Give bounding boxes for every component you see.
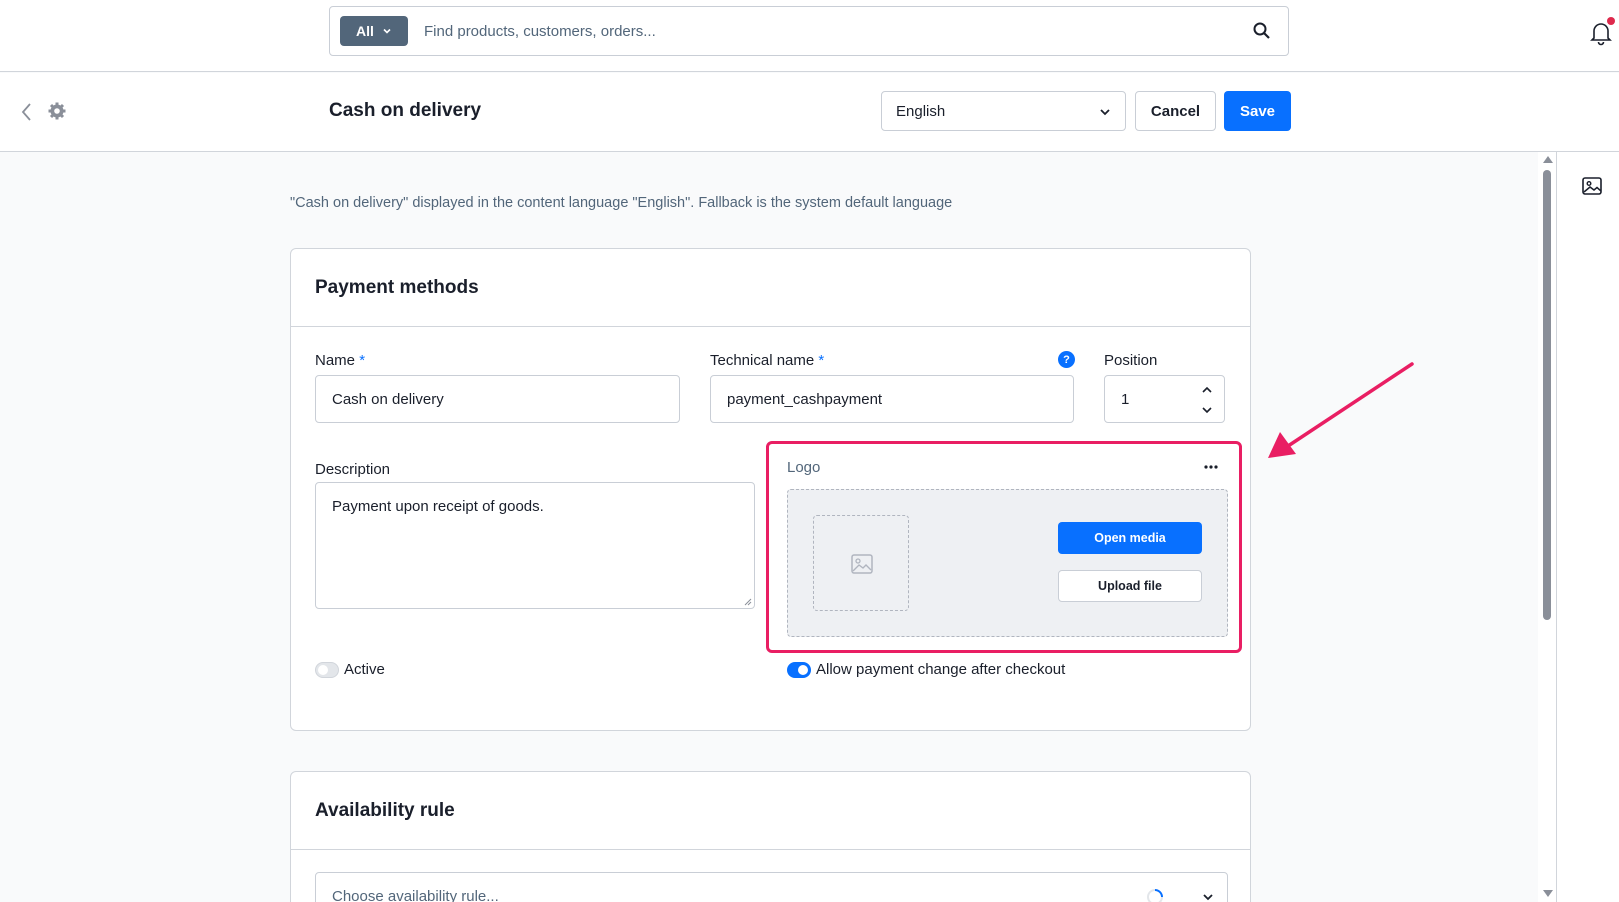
chevron-down-icon xyxy=(383,28,391,34)
search-icon[interactable] xyxy=(1252,21,1272,41)
right-sidebar xyxy=(1556,152,1619,902)
resize-handle-icon[interactable] xyxy=(744,598,752,606)
save-button[interactable]: Save xyxy=(1224,91,1291,131)
technical-name-value: payment_cashpayment xyxy=(727,391,883,408)
active-toggle[interactable] xyxy=(315,662,339,678)
language-select[interactable]: English xyxy=(881,91,1126,131)
position-label: Position xyxy=(1104,352,1158,369)
availability-rule-card: Availability rule Choose availability ru… xyxy=(290,771,1251,902)
name-label-text: Name xyxy=(315,352,356,369)
description-label: Description xyxy=(315,461,391,478)
allow-payment-change-label: Allow payment change after checkout xyxy=(816,661,1066,678)
technical-name-label: Technical name * xyxy=(710,352,824,369)
top-bar: All xyxy=(0,0,1619,72)
required-marker: * xyxy=(359,352,366,369)
chevron-up-icon[interactable] xyxy=(1201,384,1213,396)
chevron-down-icon[interactable] xyxy=(1202,891,1214,902)
search-type-label: All xyxy=(356,23,374,39)
cancel-button[interactable]: Cancel xyxy=(1135,91,1216,131)
logo-highlight-box xyxy=(766,441,1242,653)
scroll-up-arrow[interactable] xyxy=(1543,156,1553,163)
position-value: 1 xyxy=(1121,391,1130,408)
description-textarea[interactable]: Payment upon receipt of goods. xyxy=(315,482,755,609)
notification-badge xyxy=(1607,17,1615,25)
scroll-down-arrow[interactable] xyxy=(1543,890,1553,897)
chevron-down-icon[interactable] xyxy=(1201,404,1213,416)
card-title: Availability rule xyxy=(315,800,455,821)
scroll-thumb[interactable] xyxy=(1543,170,1551,620)
media-icon[interactable] xyxy=(1581,175,1603,197)
active-label: Active xyxy=(344,661,385,678)
description-value: Payment upon receipt of goods. xyxy=(332,498,544,515)
chevron-down-icon xyxy=(1100,109,1110,116)
help-icon[interactable]: ? xyxy=(1058,351,1075,368)
annotation-arrow-icon xyxy=(1268,362,1414,458)
position-stepper[interactable]: 1 xyxy=(1104,375,1225,423)
language-select-value: English xyxy=(896,103,946,120)
search-input[interactable] xyxy=(424,17,1204,45)
card-header: Payment methods xyxy=(291,249,1250,327)
card-title: Payment methods xyxy=(315,277,479,298)
availability-rule-select[interactable]: Choose availability rule... xyxy=(315,872,1228,902)
technical-name-label-text: Technical name xyxy=(710,352,815,369)
gear-icon[interactable] xyxy=(47,101,67,121)
name-field[interactable]: Cash on delivery xyxy=(315,375,680,423)
required-marker: * xyxy=(818,352,825,369)
search-type-dropdown[interactable]: All xyxy=(340,16,408,46)
scrollbar[interactable] xyxy=(1538,152,1556,902)
toggle-knob xyxy=(798,665,808,675)
smart-bar: Cash on delivery English Cancel Save xyxy=(0,73,1619,152)
technical-name-field[interactable]: payment_cashpayment xyxy=(710,375,1074,423)
allow-payment-change-toggle[interactable] xyxy=(787,662,811,678)
availability-rule-placeholder: Choose availability rule... xyxy=(332,888,499,902)
card-header: Availability rule xyxy=(291,772,1250,850)
name-field-value: Cash on delivery xyxy=(332,391,444,408)
content-language-info: "Cash on delivery" displayed in the cont… xyxy=(290,195,953,211)
back-icon[interactable] xyxy=(20,101,34,123)
page-title: Cash on delivery xyxy=(329,100,482,121)
name-label: Name * xyxy=(315,352,365,369)
global-search: All xyxy=(329,6,1289,56)
spinner-icon xyxy=(1146,889,1163,902)
help-icon-glyph: ? xyxy=(1063,353,1070,366)
toggle-knob xyxy=(318,665,328,675)
